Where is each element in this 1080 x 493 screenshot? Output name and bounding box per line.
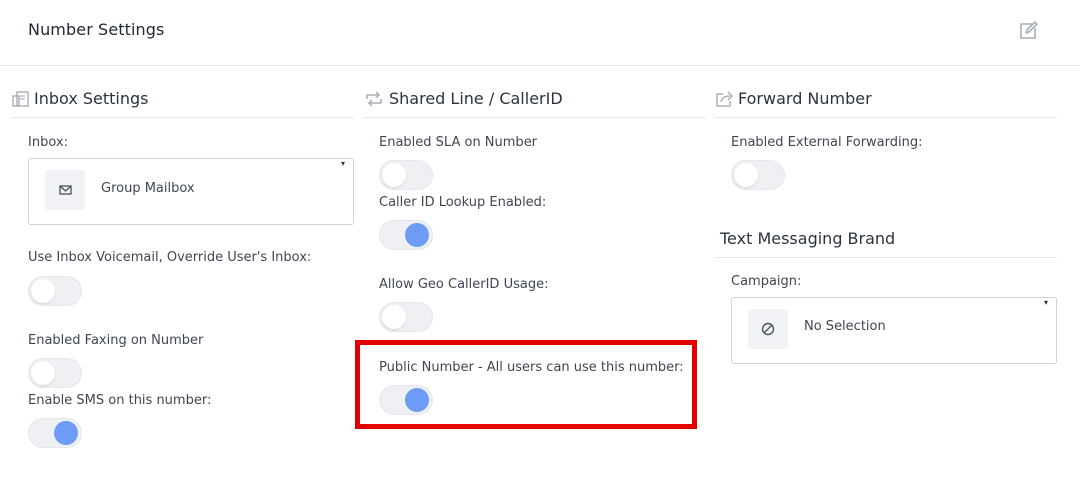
forward-number-header: Forward Number bbox=[715, 88, 1057, 118]
toggle-knob bbox=[31, 361, 55, 385]
toggle-knob bbox=[382, 305, 406, 329]
inbox-selected-value: Group Mailbox bbox=[101, 181, 195, 196]
shared-line-header: Shared Line / CallerID bbox=[364, 88, 706, 118]
callerid-lookup-label: Caller ID Lookup Enabled: bbox=[379, 195, 547, 210]
edit-icon[interactable] bbox=[1017, 20, 1039, 42]
toggle-knob bbox=[734, 163, 758, 187]
inbox-settings-title: Inbox Settings bbox=[34, 89, 149, 108]
sms-toggle[interactable] bbox=[28, 418, 82, 448]
public-number-label: Public Number - All users can use this n… bbox=[379, 360, 684, 375]
voicemail-override-label: Use Inbox Voicemail, Override User's Inb… bbox=[28, 250, 312, 265]
toggle-knob bbox=[31, 279, 55, 303]
page-title: Number Settings bbox=[28, 20, 165, 39]
faxing-label: Enabled Faxing on Number bbox=[28, 333, 204, 348]
sla-toggle[interactable] bbox=[379, 160, 433, 190]
toggle-knob bbox=[405, 388, 429, 412]
sla-label: Enabled SLA on Number bbox=[379, 135, 538, 150]
inbox-label: Inbox: bbox=[28, 135, 68, 150]
callerid-lookup-toggle[interactable] bbox=[379, 220, 433, 250]
mail-icon bbox=[45, 170, 85, 210]
text-messaging-title: Text Messaging Brand bbox=[720, 229, 896, 248]
page-header: Number Settings bbox=[0, 0, 1080, 66]
text-messaging-header: Text Messaging Brand bbox=[715, 228, 1057, 258]
geo-callerid-toggle[interactable] bbox=[379, 302, 433, 332]
campaign-label: Campaign: bbox=[731, 274, 802, 289]
toggle-knob bbox=[54, 421, 78, 445]
campaign-select[interactable]: ▾ No Selection bbox=[731, 297, 1057, 364]
chevron-down-icon: ▾ bbox=[1043, 298, 1048, 307]
voicemail-override-toggle[interactable] bbox=[28, 276, 82, 306]
external-forwarding-label: Enabled External Forwarding: bbox=[731, 135, 923, 150]
share-icon bbox=[715, 90, 734, 108]
repeat-icon bbox=[364, 90, 382, 108]
public-number-toggle[interactable] bbox=[379, 385, 433, 415]
sms-label: Enable SMS on this number: bbox=[28, 393, 212, 408]
mailbox-icon bbox=[12, 90, 30, 108]
forward-number-title: Forward Number bbox=[738, 89, 872, 108]
external-forwarding-toggle[interactable] bbox=[731, 160, 785, 190]
geo-callerid-label: Allow Geo CallerID Usage: bbox=[379, 277, 549, 292]
inbox-select[interactable]: ▾ Group Mailbox bbox=[28, 158, 354, 225]
ban-icon bbox=[748, 309, 788, 349]
shared-line-title: Shared Line / CallerID bbox=[389, 89, 563, 108]
campaign-selected-value: No Selection bbox=[804, 319, 886, 334]
toggle-knob bbox=[405, 223, 429, 247]
chevron-down-icon: ▾ bbox=[340, 159, 345, 168]
toggle-knob bbox=[382, 163, 406, 187]
faxing-toggle[interactable] bbox=[28, 358, 82, 388]
inbox-settings-header: Inbox Settings bbox=[12, 88, 354, 118]
